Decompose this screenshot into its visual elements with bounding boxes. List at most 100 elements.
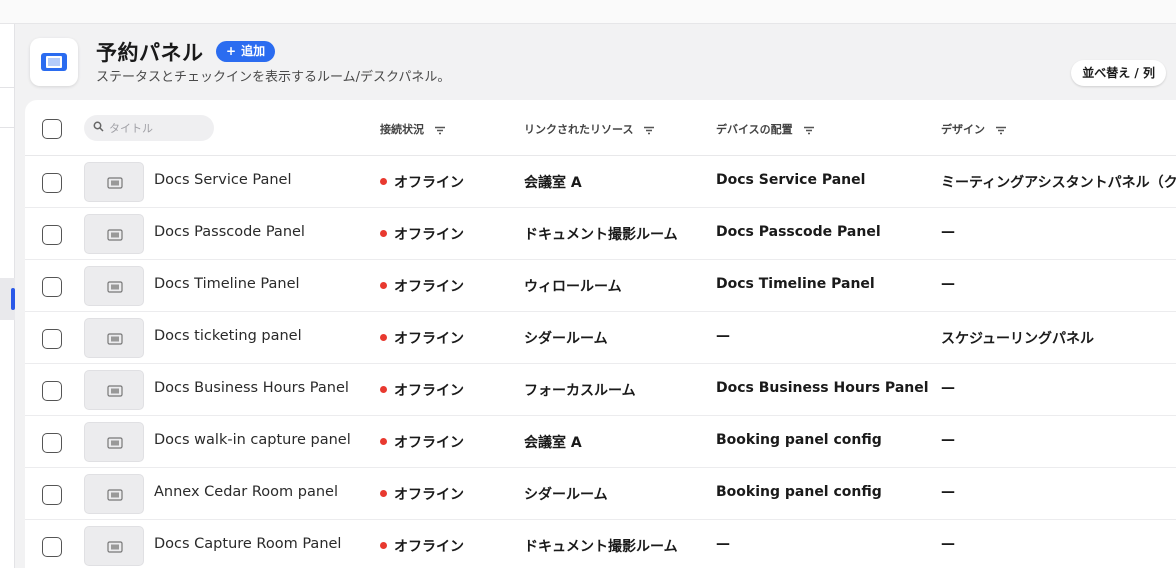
column-header-resource[interactable]: リンクされたリソース xyxy=(524,121,655,137)
column-header-status[interactable]: 接続状況 xyxy=(380,121,446,137)
column-header-device[interactable]: デバイスの配置 xyxy=(716,121,815,137)
filter-icon[interactable] xyxy=(643,126,655,135)
status-dot-icon xyxy=(380,438,387,445)
device-placement: — xyxy=(716,328,730,344)
status-dot-icon xyxy=(380,334,387,341)
table-row[interactable]: Annex Cedar Room panel オフライン シダールーム Book… xyxy=(25,468,1176,520)
status-dot-icon xyxy=(380,386,387,393)
device-placement: Booking panel config xyxy=(716,432,882,448)
linked-resource: シダールーム xyxy=(524,487,608,503)
add-button-label: 追加 xyxy=(241,44,266,58)
row-checkbox[interactable] xyxy=(42,381,62,401)
panel-thumbnail xyxy=(84,422,144,462)
title-search[interactable]: タイトル xyxy=(84,115,214,141)
panel-name[interactable]: Docs Business Hours Panel xyxy=(154,380,349,396)
table-row[interactable]: Docs Service Panel オフライン 会議室 A Docs Serv… xyxy=(25,156,1176,208)
panel-icon xyxy=(107,437,123,449)
table-row[interactable]: Docs Timeline Panel オフライン ウィロールーム Docs T… xyxy=(25,260,1176,312)
table-row[interactable]: Docs ticketing panel オフライン シダールーム — スケジュ… xyxy=(25,312,1176,364)
panel-icon xyxy=(107,489,123,501)
design: — xyxy=(941,224,955,240)
panel-name[interactable]: Docs ticketing panel xyxy=(154,328,302,344)
panel-thumbnail xyxy=(84,266,144,306)
panel-name[interactable]: Docs Timeline Panel xyxy=(154,276,300,292)
filter-icon[interactable] xyxy=(995,126,1007,135)
panel-name[interactable]: Docs walk-in capture panel xyxy=(154,432,351,448)
row-checkbox[interactable] xyxy=(42,277,62,297)
device-placement: Docs Business Hours Panel xyxy=(716,380,929,396)
panel-thumbnail xyxy=(84,370,144,410)
page-subtitle: ステータスとチェックインを表示するルーム/デスクパネル。 xyxy=(96,70,451,85)
design: スケジューリングパネル xyxy=(941,331,1095,347)
device-placement: — xyxy=(716,536,730,552)
table-row[interactable]: Docs Capture Room Panel オフライン ドキュメント撮影ルー… xyxy=(25,520,1176,568)
sidebar-item-active[interactable] xyxy=(0,278,15,320)
table-header: タイトル 接続状況 リンクされたリソース デバイスの配置 デザイン xyxy=(25,100,1176,156)
panel-name[interactable]: Docs Passcode Panel xyxy=(154,224,305,240)
status-text: オフライン xyxy=(394,435,464,451)
linked-resource: ドキュメント撮影ルーム xyxy=(524,227,678,243)
status-text: オフライン xyxy=(394,539,464,555)
panel-name[interactable]: Docs Capture Room Panel xyxy=(154,536,341,552)
row-checkbox[interactable] xyxy=(42,485,62,505)
table-row[interactable]: Docs Business Hours Panel オフライン フォーカスルーム… xyxy=(25,364,1176,416)
design: — xyxy=(941,484,955,500)
design: — xyxy=(941,432,955,448)
status-dot-icon xyxy=(380,178,387,185)
status-text: オフライン xyxy=(394,487,464,503)
design: — xyxy=(941,536,955,552)
status-badge: オフライン xyxy=(380,484,464,504)
panel-icon xyxy=(107,333,123,345)
table-row[interactable]: Docs walk-in capture panel オフライン 会議室 A B… xyxy=(25,416,1176,468)
row-checkbox[interactable] xyxy=(42,173,62,193)
status-text: オフライン xyxy=(394,227,464,243)
panel-icon xyxy=(41,53,67,71)
status-dot-icon xyxy=(380,282,387,289)
active-indicator xyxy=(11,288,15,310)
column-header-design[interactable]: デザイン xyxy=(941,121,1007,137)
filter-icon[interactable] xyxy=(434,126,446,135)
panel-icon xyxy=(107,281,123,293)
row-checkbox[interactable] xyxy=(42,537,62,557)
table-row[interactable]: Docs Passcode Panel オフライン ドキュメント撮影ルーム Do… xyxy=(25,208,1176,260)
status-text: オフライン xyxy=(394,279,464,295)
panel-icon xyxy=(107,385,123,397)
linked-resource: フォーカスルーム xyxy=(524,383,636,399)
row-checkbox[interactable] xyxy=(42,433,62,453)
status-text: オフライン xyxy=(394,383,464,399)
panel-name[interactable]: Annex Cedar Room panel xyxy=(154,484,338,500)
sort-columns-button[interactable]: 並べ替え / 列 xyxy=(1071,60,1166,86)
status-badge: オフライン xyxy=(380,432,464,452)
device-placement: Docs Passcode Panel xyxy=(716,224,881,240)
column-header-label: デバイスの配置 xyxy=(716,123,793,136)
panel-name[interactable]: Docs Service Panel xyxy=(154,172,292,188)
panel-thumbnail xyxy=(84,526,144,566)
panel-icon xyxy=(107,229,123,241)
status-badge: オフライン xyxy=(380,172,464,192)
search-input-placeholder: タイトル xyxy=(109,122,153,135)
panel-app-icon xyxy=(30,38,78,86)
panels-table: タイトル 接続状況 リンクされたリソース デバイスの配置 デザイン Docs S… xyxy=(25,100,1176,568)
add-button[interactable]: + 追加 xyxy=(216,41,276,62)
status-badge: オフライン xyxy=(380,276,464,296)
panel-icon xyxy=(107,177,123,189)
column-header-label: 接続状況 xyxy=(380,123,424,136)
linked-resource: シダールーム xyxy=(524,331,608,347)
row-checkbox[interactable] xyxy=(42,329,62,349)
linked-resource: ウィロールーム xyxy=(524,279,622,295)
select-all-checkbox[interactable] xyxy=(42,119,62,139)
panel-thumbnail xyxy=(84,318,144,358)
filter-icon[interactable] xyxy=(803,126,815,135)
search-icon xyxy=(93,121,104,132)
status-dot-icon xyxy=(380,490,387,497)
status-text: オフライン xyxy=(394,331,464,347)
status-dot-icon xyxy=(380,230,387,237)
panel-thumbnail xyxy=(84,474,144,514)
device-placement: Booking panel config xyxy=(716,484,882,500)
linked-resource: ドキュメント撮影ルーム xyxy=(524,539,678,555)
panel-thumbnail xyxy=(84,162,144,202)
row-checkbox[interactable] xyxy=(42,225,62,245)
design: ミーティングアシスタントパネル（ク xyxy=(941,175,1176,191)
panel-icon xyxy=(107,541,123,553)
status-badge: オフライン xyxy=(380,536,464,556)
